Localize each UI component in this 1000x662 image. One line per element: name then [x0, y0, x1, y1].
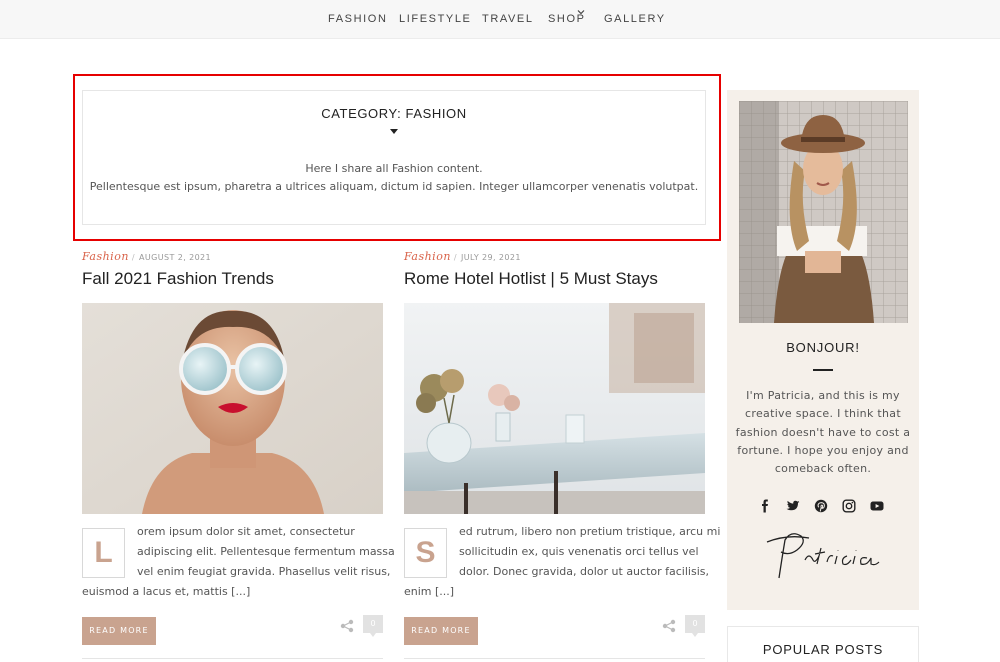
post-meta: Fashion / JULY 29, 2021	[404, 250, 521, 263]
pinterest-icon[interactable]	[814, 498, 828, 513]
top-navigation: FASHION LIFESTYLE TRAVEL SHOP GALLERY	[0, 0, 1000, 39]
divider	[813, 369, 833, 371]
post-category-link[interactable]: Fashion	[404, 250, 451, 263]
post-excerpt: ed rutrum, libero non pretium tristique,…	[404, 522, 721, 602]
signature	[757, 528, 887, 588]
post-date: JULY 29, 2021	[461, 253, 521, 262]
share-icon[interactable]	[340, 618, 354, 633]
bio-line: comeback often.	[774, 462, 872, 476]
widget-heading: BONJOUR!	[786, 340, 860, 355]
post-title[interactable]: Rome Hotel Hotlist | 5 Must Stays	[404, 269, 658, 289]
excerpt-line: enim [...]	[404, 585, 455, 598]
bio-line: fortune. I hope you enjoy and	[737, 443, 909, 457]
category-header: CATEGORY: FASHION Here I share all Fashi…	[82, 90, 706, 225]
excerpt-line: vel enim feugiat gravida. Phasellus veli…	[137, 565, 391, 578]
post-meta: Fashion / AUGUST 2, 2021	[82, 250, 211, 263]
author-photo	[739, 101, 908, 323]
twitter-icon[interactable]	[786, 498, 800, 512]
category-title: CATEGORY: FASHION	[321, 106, 467, 121]
excerpt-line: ed rutrum, libero non pretium tristique,…	[459, 525, 721, 538]
nav-item-travel[interactable]: TRAVEL	[482, 13, 534, 25]
chevron-down-icon[interactable]	[577, 8, 585, 19]
bio-line: fashion doesn't have to cost a	[735, 425, 911, 439]
post-title[interactable]: Fall 2021 Fashion Trends	[82, 269, 274, 289]
nav-item-lifestyle[interactable]: LIFESTYLE	[399, 13, 471, 25]
divider	[404, 658, 705, 659]
excerpt-line: sollicitudin ex, quis venenatis orci tel…	[459, 545, 699, 558]
post-card: Fashion / JULY 29, 2021 Rome Hotel Hotlist…	[404, 248, 720, 662]
post-excerpt: orem ipsum dolor sit amet, consectetur a…	[82, 522, 395, 602]
post-category-link[interactable]: Fashion	[82, 250, 129, 263]
excerpt-line: dolor. Donec gravida, dolor ut auctor fa…	[459, 565, 709, 578]
widget-heading: POPULAR POSTS	[762, 642, 884, 657]
category-description-line: Here I share all Fashion content.	[305, 162, 483, 175]
meta-separator: /	[453, 253, 458, 262]
bio-line: I'm Patricia, and this is my	[746, 389, 900, 402]
post-image[interactable]	[82, 303, 383, 514]
category-description-line: Pellentesque est ipsum, pharetra a ultri…	[89, 180, 699, 193]
post-date: AUGUST 2, 2021	[139, 253, 212, 262]
comment-count-badge[interactable]: 0	[363, 615, 383, 637]
excerpt-line: orem ipsum dolor sit amet, consectetur	[137, 525, 355, 538]
nav-item-fashion[interactable]: FASHION	[328, 13, 388, 25]
divider	[82, 658, 383, 659]
popular-posts-widget: POPULAR POSTS	[727, 626, 919, 662]
read-more-button[interactable]: READ MORE	[82, 617, 156, 645]
nav-item-gallery[interactable]: GALLERY	[604, 13, 666, 25]
bio-line: creative space. I think that	[745, 407, 901, 421]
excerpt-line: adipiscing elit. Pellentesque fermentum …	[137, 545, 395, 558]
meta-separator: /	[131, 253, 136, 262]
excerpt-line: euismod a lacus et, mattis [...]	[82, 585, 251, 598]
author-bio: I'm Patricia, and this is my creative sp…	[727, 387, 919, 478]
post-image[interactable]	[404, 303, 705, 514]
share-icon[interactable]	[662, 618, 676, 633]
instagram-icon[interactable]	[842, 498, 856, 513]
facebook-icon[interactable]	[758, 498, 772, 513]
read-more-button[interactable]: READ MORE	[404, 617, 478, 645]
post-card: Fashion / AUGUST 2, 2021 Fall 2021 Fashion…	[82, 248, 395, 662]
about-widget: BONJOUR! I'm Patricia, and this is my cr…	[727, 90, 919, 610]
youtube-icon[interactable]	[870, 498, 884, 512]
caret-down-icon	[390, 129, 398, 134]
comment-count-badge[interactable]: 0	[685, 615, 705, 637]
